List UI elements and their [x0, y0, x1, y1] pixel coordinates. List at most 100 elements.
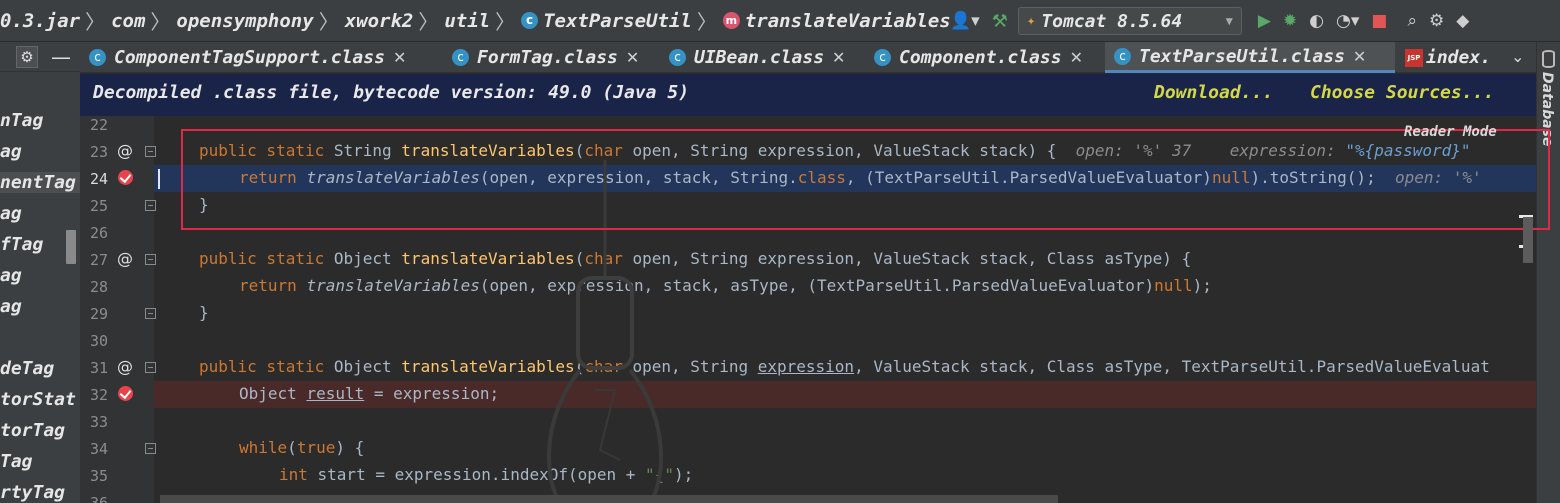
override-marker-icon[interactable]: @	[117, 249, 133, 268]
close-icon[interactable]: ✕	[832, 48, 845, 67]
class-icon: c	[669, 49, 686, 66]
close-icon[interactable]: ✕	[393, 48, 406, 67]
download-link[interactable]: Download...	[1154, 82, 1273, 103]
code-line-32-breakpoint: Object result = expression;	[154, 381, 1536, 408]
tab-componenttagsupport[interactable]: c ComponentTagSupport.class ✕	[80, 42, 440, 73]
close-icon[interactable]: ✕	[626, 48, 639, 67]
tab-label: Component.class	[899, 47, 1062, 68]
line-number: 34	[89, 440, 108, 458]
tab-label: ComponentTagSupport.class	[114, 47, 385, 68]
project-tree-item[interactable]: rtyTag	[0, 482, 65, 503]
editor-horizontal-scrollbar[interactable]	[160, 495, 1058, 503]
breadcrumb: 0.3.jar 〉 com 〉 opensymphony 〉 xwork2 〉 …	[0, 0, 951, 42]
gear-icon[interactable]: ⚙	[1429, 11, 1444, 31]
chevron-down-icon[interactable]: ⌄	[1511, 47, 1524, 66]
tab-index-jsp[interactable]: JSP index.	[1396, 42, 1506, 73]
project-panel-scrollbar[interactable]	[66, 230, 76, 264]
line-number: 29	[89, 305, 108, 323]
breadcrumb-item-com[interactable]: com	[111, 10, 145, 32]
minimize-icon[interactable]: —	[51, 45, 71, 69]
class-icon: c	[452, 49, 469, 66]
search-icon[interactable]: ⌕	[1407, 11, 1417, 31]
line-number: 30	[89, 332, 108, 350]
decompiled-banner: Decompiled .class file, bytecode version…	[80, 74, 1536, 116]
tab-component[interactable]: c Component.class ✕	[865, 42, 1105, 73]
breadcrumb-label: com	[111, 9, 146, 32]
project-tree-item[interactable]: nTag	[0, 110, 43, 131]
editor-vertical-scrollbar[interactable]	[1523, 217, 1533, 263]
line-number: 27	[89, 251, 108, 269]
breadcrumb-label: opensymphony	[176, 9, 314, 32]
run-configuration-label: Tomcat 8.5.64	[1041, 10, 1183, 32]
tab-label: TextParseUtil.class	[1139, 45, 1345, 67]
line-number: 23	[89, 143, 108, 161]
line-number: 24	[89, 170, 108, 188]
project-tree-item[interactable]: ag	[0, 203, 22, 224]
stop-icon[interactable]: ■	[1371, 11, 1387, 31]
run-icon[interactable]: ▶	[1258, 11, 1271, 31]
user-icon[interactable]: 👤▾	[950, 11, 980, 31]
line-number: 22	[89, 116, 108, 134]
project-tree-item[interactable]: ag	[0, 265, 22, 286]
breadcrumb-item-jar[interactable]: 0.3.jar	[0, 10, 80, 32]
breadcrumb-item-opensymphony[interactable]: opensymphony	[176, 10, 313, 32]
class-icon: c	[89, 49, 106, 66]
gear-icon[interactable]: ⚙	[16, 45, 38, 68]
line-number: 32	[89, 386, 108, 404]
ide-logo-icon[interactable]: ◆	[1456, 11, 1469, 31]
close-icon[interactable]: ✕	[1070, 48, 1083, 67]
tab-formtag[interactable]: c FormTag.class ✕	[443, 42, 658, 73]
code-text: return translateVariables(open, expressi…	[239, 276, 1212, 295]
breadcrumb-label: translateVariables	[744, 9, 951, 32]
code-text: int start = expression.indexOf(open + "{…	[279, 465, 694, 484]
project-tree-item[interactable]: torTag	[0, 420, 65, 441]
breakpoint-icon[interactable]	[118, 170, 133, 185]
code-text: public static Object translateVariables(…	[199, 357, 1490, 376]
chevron-right-icon: 〉	[150, 10, 171, 34]
code-line-31: public static Object translateVariables(…	[154, 354, 1536, 381]
line-number: 33	[89, 413, 108, 431]
code-text: }	[199, 303, 209, 322]
jsp-icon: JSP	[1405, 48, 1423, 67]
breadcrumb-item-util[interactable]: util	[444, 10, 490, 32]
editor-gutter: 22 23 24 25 26 27 28 29 30 31 32 33 34 3…	[80, 116, 156, 503]
build-hammer-icon[interactable]: ⚒	[992, 11, 1008, 32]
database-icon[interactable]	[1542, 50, 1555, 68]
main-toolbar: 👤▾ ⚒ ✦ Tomcat 8.5.64 ▼ ▶ ✹ ◐ ◔▾ ■ ⌕ ⚙ ◆	[944, 0, 1475, 42]
choose-sources-link[interactable]: Choose Sources...	[1310, 82, 1494, 103]
override-marker-icon[interactable]: @	[117, 141, 133, 160]
chevron-right-icon: 〉	[495, 10, 516, 34]
right-tool-strip: Database	[1536, 42, 1560, 503]
project-panel-toolbar: ⚙ —	[0, 42, 80, 72]
editor-tab-bar: c ComponentTagSupport.class ✕ c FormTag.…	[80, 42, 1536, 73]
breadcrumb-item-class[interactable]: c TextParseUtil	[521, 10, 692, 32]
reader-mode-toggle[interactable]: Reader Mode	[1404, 124, 1497, 140]
coverage-icon[interactable]: ◐	[1309, 11, 1324, 31]
project-tree-item[interactable]: Tag	[0, 451, 33, 472]
project-tree-item-selected[interactable]: nentTag	[0, 172, 80, 193]
project-tree-item[interactable]: ag	[0, 296, 22, 317]
project-tree-item[interactable]: deTag	[0, 358, 54, 379]
project-tree-item[interactable]: ag	[0, 141, 22, 162]
breadcrumb-label: 0.3.jar	[0, 9, 81, 32]
override-marker-icon[interactable]: @	[117, 357, 133, 376]
tab-label: FormTag.class	[477, 47, 618, 68]
tab-uibean[interactable]: c UIBean.class ✕	[660, 42, 862, 73]
project-tree-item[interactable]: fTag	[0, 234, 43, 255]
chevron-right-icon: 〉	[696, 10, 717, 34]
breadcrumb-label: util	[444, 9, 491, 32]
tab-label: index.	[1426, 47, 1492, 68]
breadcrumb-item-xwork2[interactable]: xwork2	[345, 10, 414, 32]
run-configuration-select[interactable]: ✦ Tomcat 8.5.64 ▼	[1017, 7, 1242, 35]
breadcrumb-label: TextParseUtil	[543, 9, 692, 32]
code-text: Object result = expression;	[239, 384, 500, 403]
close-icon[interactable]: ✕	[1353, 47, 1366, 66]
profiler-icon[interactable]: ◔▾	[1336, 11, 1359, 31]
code-line-29: }	[154, 300, 1536, 327]
line-number: 35	[89, 467, 108, 485]
breadcrumb-item-method[interactable]: m translateVariables	[722, 9, 951, 32]
project-tree-item[interactable]: torStat	[0, 389, 76, 410]
tab-textparseutil[interactable]: c TextParseUtil.class ✕	[1105, 42, 1395, 73]
debug-icon[interactable]: ✹	[1283, 11, 1297, 31]
breakpoint-icon[interactable]	[118, 386, 133, 401]
